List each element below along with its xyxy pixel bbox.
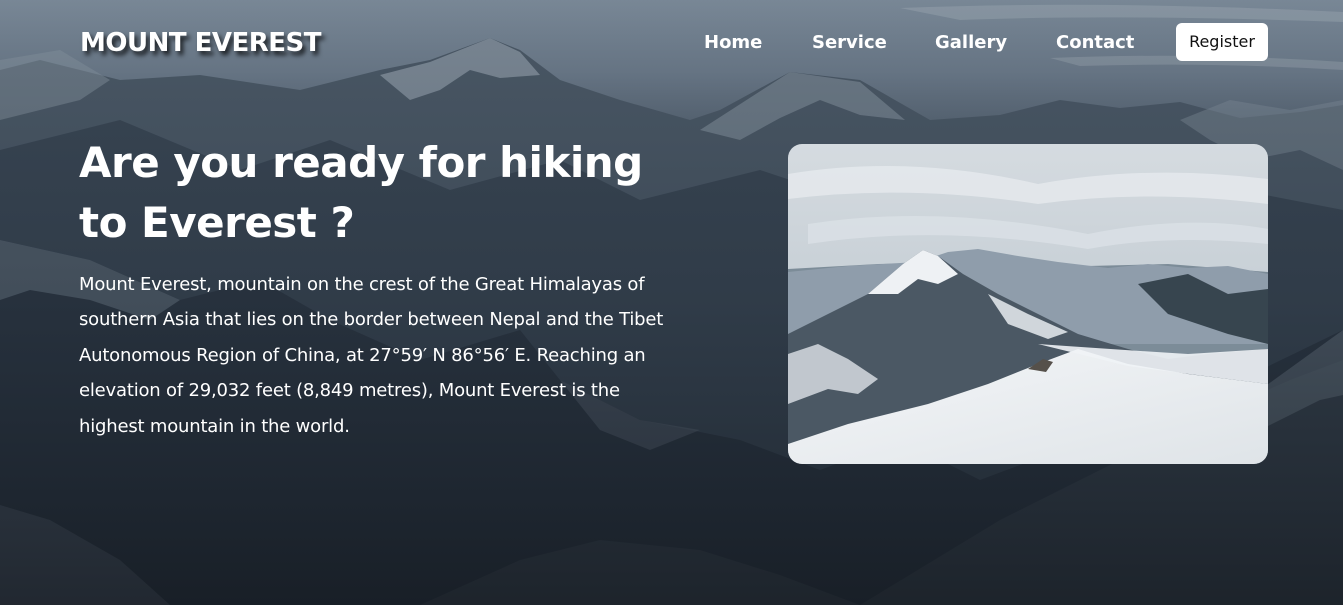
- nav-link-home[interactable]: Home: [704, 31, 762, 55]
- register-button[interactable]: Register: [1176, 23, 1268, 61]
- hero-section: MOUNT EVEREST Home Service Gallery Conta…: [0, 0, 1343, 605]
- nav-link-gallery[interactable]: Gallery: [935, 31, 1007, 55]
- hero-description: Mount Everest, mountain on the crest of …: [79, 274, 664, 437]
- nav-link-service[interactable]: Service: [812, 31, 887, 55]
- navbar: MOUNT EVEREST Home Service Gallery Conta…: [0, 0, 1343, 86]
- brand-logo[interactable]: MOUNT EVEREST: [80, 26, 322, 60]
- hero-title: Are you ready for hiking to Everest ?: [79, 138, 643, 247]
- nav-link-contact[interactable]: Contact: [1056, 31, 1134, 55]
- feature-image-card: [788, 144, 1268, 464]
- snowy-mountain-photo: [788, 144, 1268, 464]
